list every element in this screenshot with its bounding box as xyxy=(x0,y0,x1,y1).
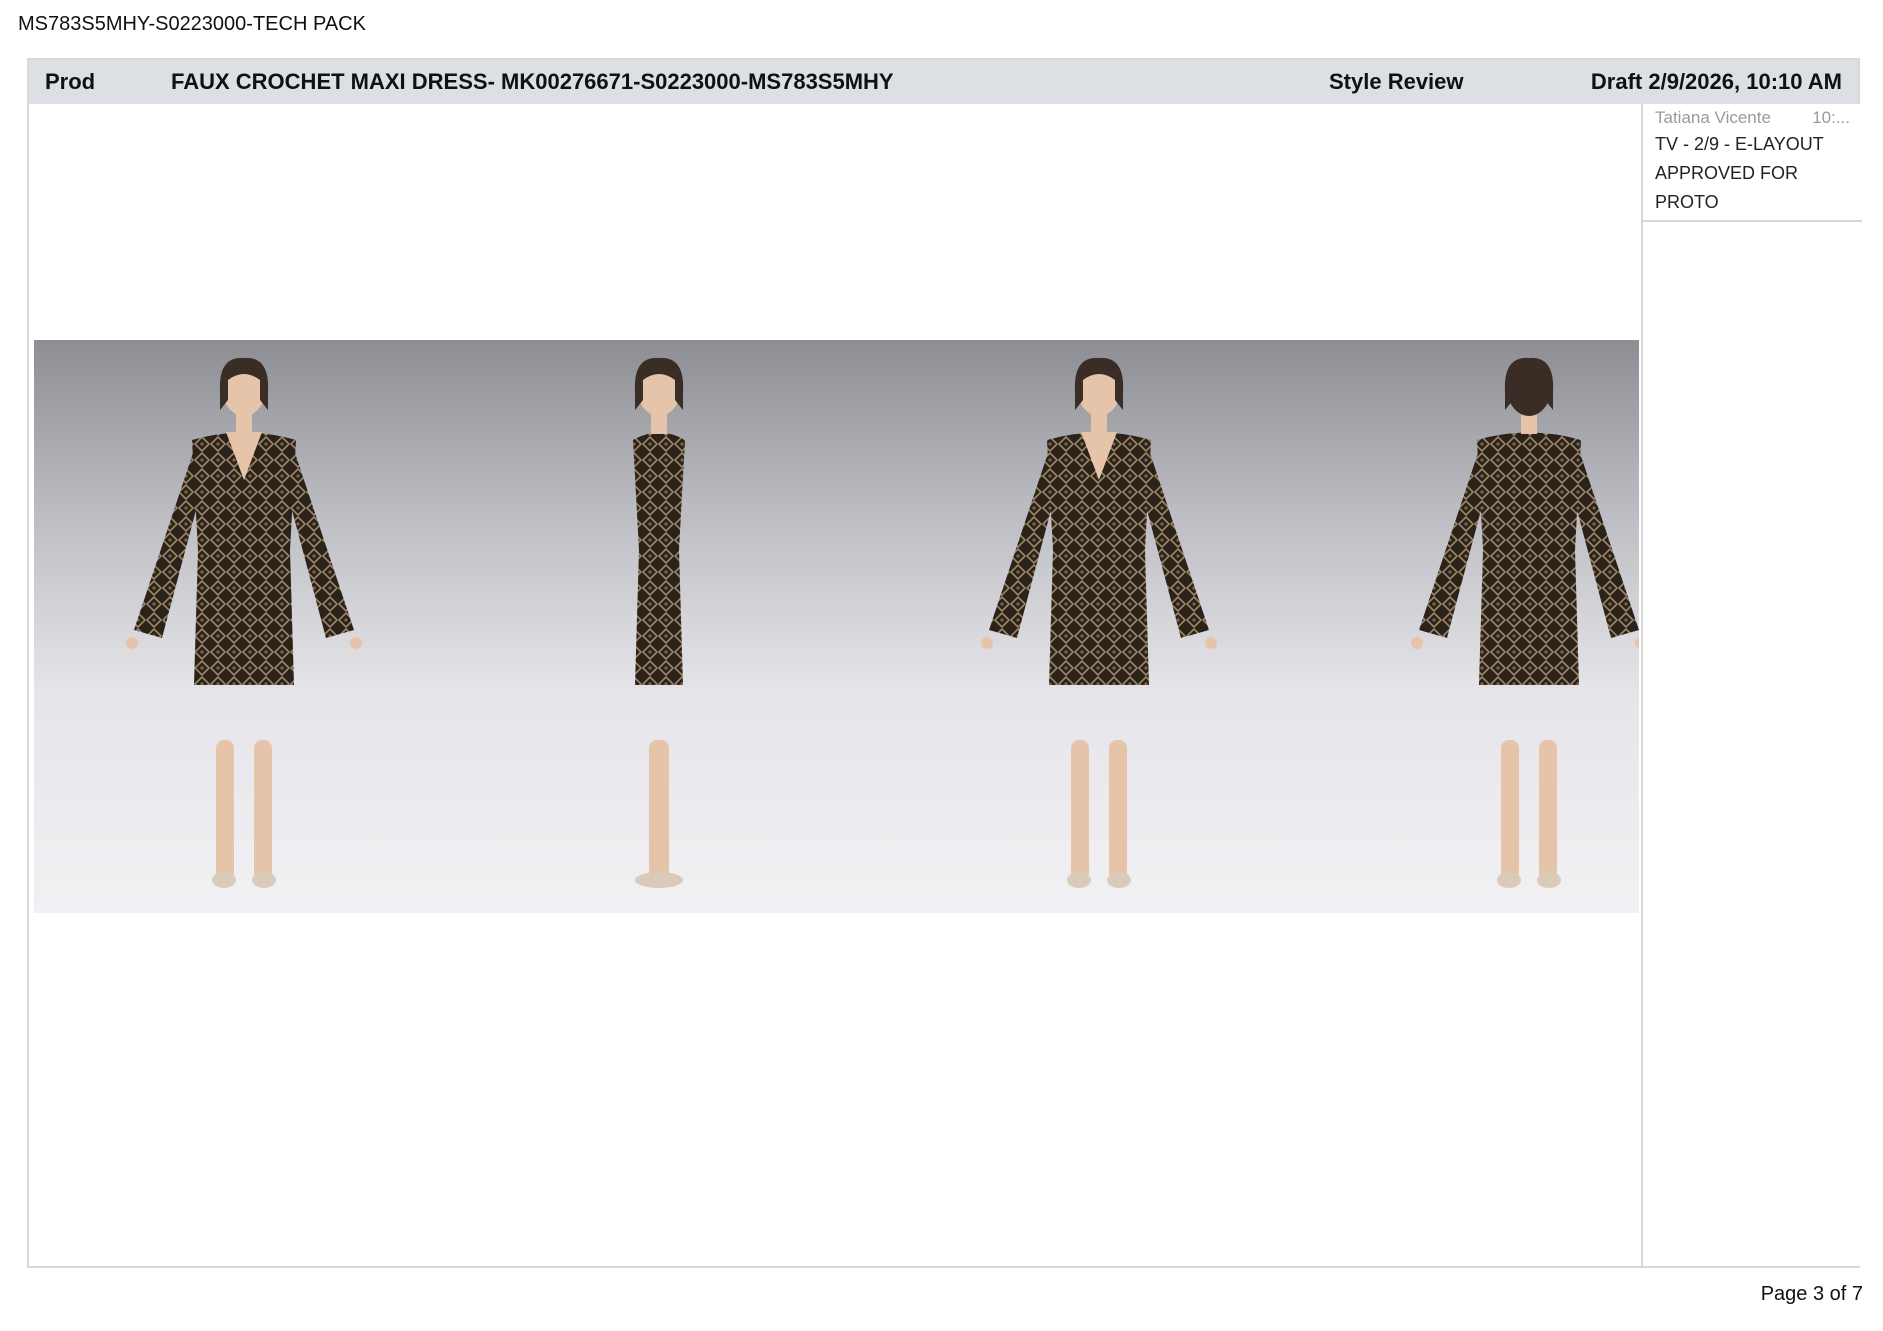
comment-panel: Tatiana Vicente 10:... TV - 2/9 - E-LAYO… xyxy=(1641,104,1862,1266)
category-label: Prod xyxy=(45,69,96,94)
comment-time: 10:... xyxy=(1812,108,1850,127)
draft-status: Draft 2/9/2026, 10:10 AM xyxy=(1590,69,1842,94)
back-view-avatar xyxy=(1411,357,1639,888)
comment-text: TV - 2/9 - E-LAYOUT APPROVED FOR PROTO xyxy=(1655,134,1824,212)
side-view-avatar xyxy=(633,357,685,888)
header-bar: Prod FAUX CROCHET MAXI DRESS- MK00276671… xyxy=(29,60,1858,104)
document-title: MS783S5MHY-S0223000-TECH PACK xyxy=(18,13,366,35)
front-view-avatar xyxy=(126,357,362,888)
comment-author: Tatiana Vicente xyxy=(1655,108,1771,127)
page-number: Page 3 of 7 xyxy=(1760,1283,1863,1305)
stage-label: Style Review xyxy=(1329,69,1464,94)
tech-pack-sheet: Prod FAUX CROCHET MAXI DRESS- MK00276671… xyxy=(27,58,1862,1268)
dress-render-image xyxy=(34,340,1639,913)
avatar-renders xyxy=(126,357,1639,888)
comment-card[interactable]: Tatiana Vicente 10:... TV - 2/9 - E-LAYO… xyxy=(1643,104,1862,222)
style-title: FAUX CROCHET MAXI DRESS- MK00276671-S022… xyxy=(171,69,894,94)
three-quarter-view-avatar xyxy=(981,357,1217,888)
